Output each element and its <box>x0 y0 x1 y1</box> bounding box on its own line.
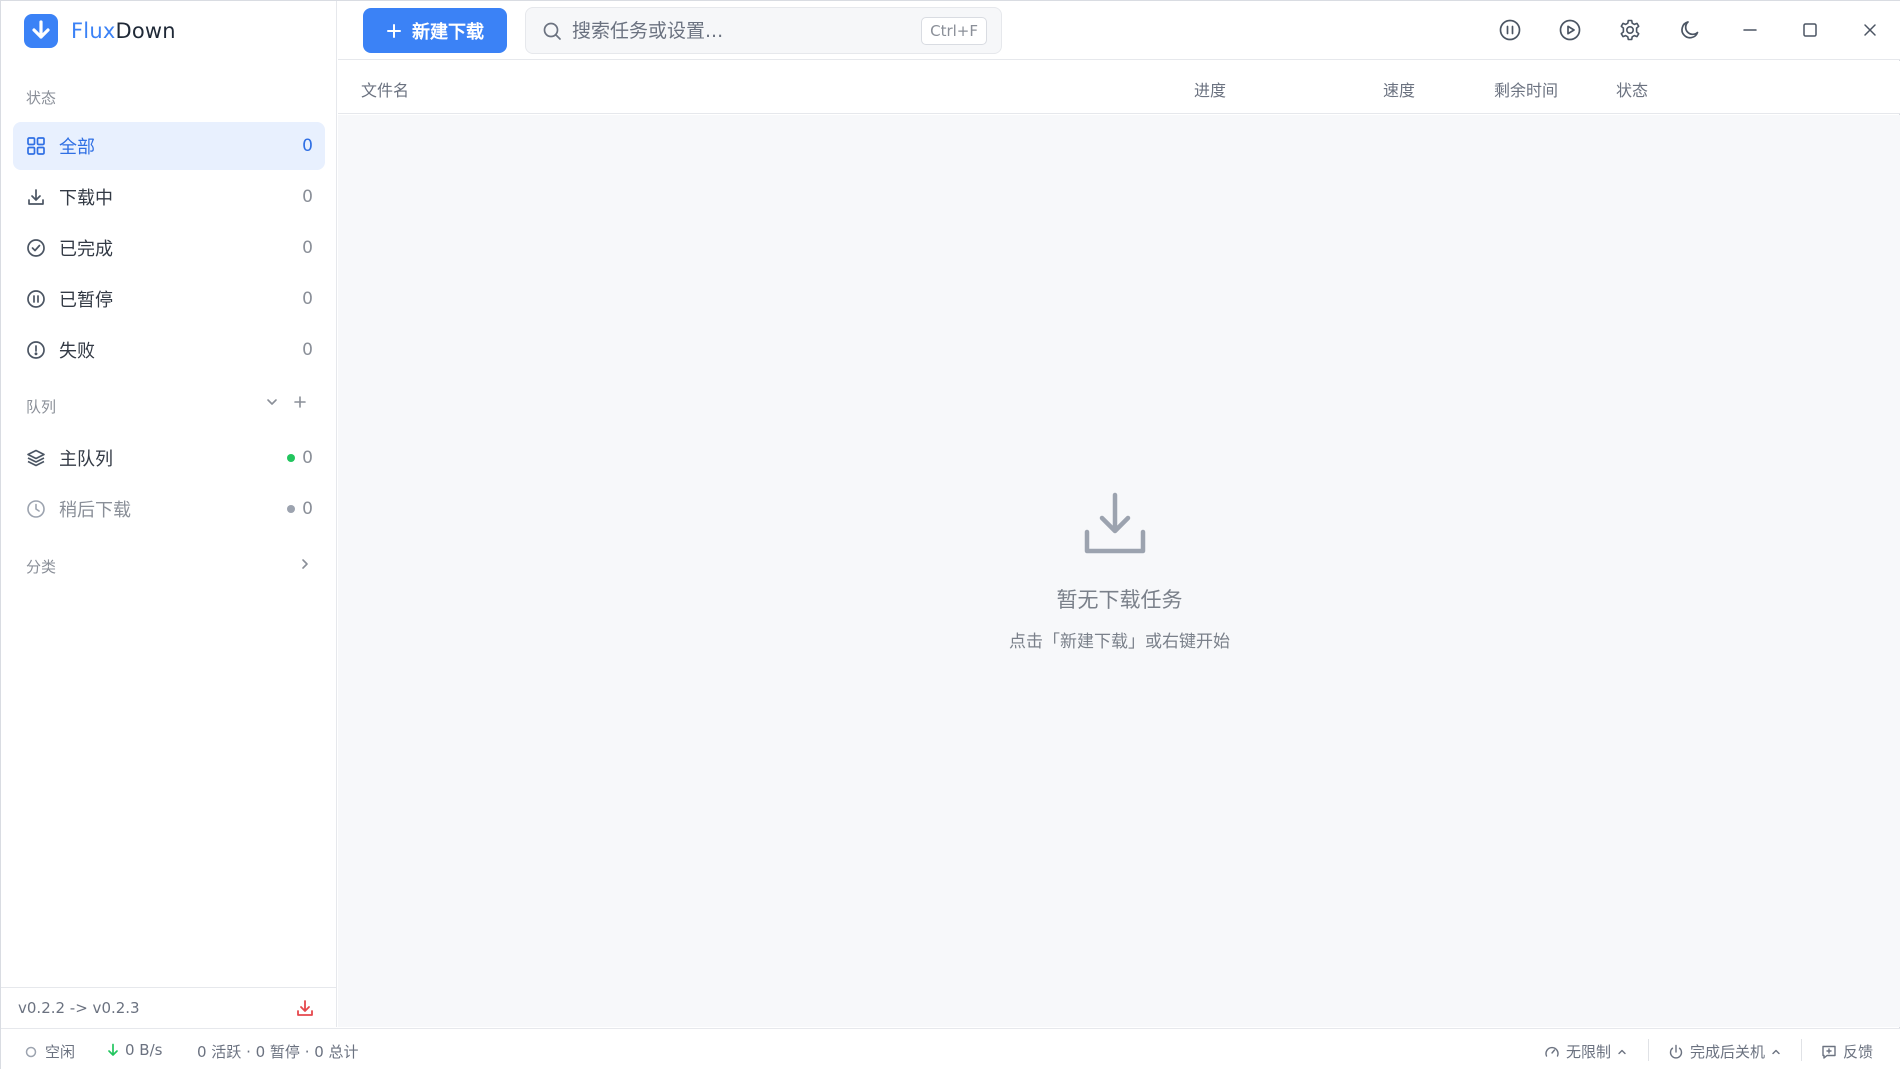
sidebar-item-count: 0 <box>302 448 313 468</box>
check-circle-icon <box>25 237 47 259</box>
engine-state: 空闲 <box>25 1041 75 1062</box>
chevron-up-icon <box>1771 1047 1781 1057</box>
maximize-window-button[interactable] <box>1795 15 1825 45</box>
sidebar-item-label: 下载中 <box>59 188 113 209</box>
app-logo: FluxDown <box>24 14 176 48</box>
app-name: FluxDown <box>71 19 176 43</box>
update-download-icon[interactable] <box>295 998 315 1018</box>
moon-icon <box>1681 21 1699 39</box>
status-divider <box>1648 1039 1649 1061</box>
sidebar-item-later-queue[interactable]: 稍后下载 0 <box>13 485 325 533</box>
download-speed-text: 0 B/s <box>125 1041 163 1059</box>
column-header-remaining[interactable]: 剩余时间 <box>1494 77 1558 101</box>
sidebar-item-label: 失败 <box>59 341 95 362</box>
column-header-status[interactable]: 状态 <box>1616 77 1648 101</box>
top-toolbar: 新建下载 Ctrl+F <box>338 1 1900 60</box>
app-window: FluxDown 状态 全部 0 下载中 0 已完成 0 已暂停 0 失败 0 … <box>0 0 1900 1069</box>
task-list-area[interactable] <box>338 115 1900 1027</box>
play-circle-icon <box>1559 19 1581 41</box>
sidebar-item-label: 主队列 <box>59 449 113 470</box>
pause-all-button[interactable] <box>1495 15 1525 45</box>
feedback-message-icon <box>1821 1044 1837 1060</box>
sidebar-item-count: 0 <box>302 238 313 258</box>
chevron-right-icon[interactable] <box>298 557 312 571</box>
sidebar: FluxDown 状态 全部 0 下载中 0 已完成 0 已暂停 0 失败 0 … <box>1 1 337 1027</box>
gauge-icon <box>1544 1044 1560 1060</box>
sidebar-item-label: 已暂停 <box>59 290 113 311</box>
idle-circle-icon <box>25 1046 37 1058</box>
queue-idle-dot <box>287 505 295 513</box>
minimize-icon <box>1743 29 1757 31</box>
queue-active-dot <box>287 454 295 462</box>
clock-icon <box>25 498 47 520</box>
sidebar-item-count: 0 <box>302 340 313 360</box>
layers-icon <box>25 447 47 469</box>
maximize-icon <box>1803 23 1817 37</box>
version-text: v0.2.2 -> v0.2.3 <box>18 998 140 1017</box>
category-section-title: 分类 <box>26 558 57 576</box>
plus-icon <box>386 23 402 39</box>
empty-download-icon <box>1084 492 1146 556</box>
status-divider <box>1801 1039 1802 1061</box>
chevron-up-icon <box>1617 1047 1627 1057</box>
task-summary: 0 活跃 · 0 暂停 · 0 总计 <box>197 1043 359 1061</box>
power-icon <box>1668 1044 1684 1060</box>
sidebar-item-label: 全部 <box>59 137 95 158</box>
empty-state-subtitle: 点击「新建下载」或右键开始 <box>1009 632 1230 652</box>
search-shortcut-badge: Ctrl+F <box>921 17 987 45</box>
resume-all-button[interactable] <box>1555 15 1585 45</box>
engine-state-text: 空闲 <box>45 1043 76 1061</box>
minimize-window-button[interactable] <box>1735 15 1765 45</box>
theme-toggle-button[interactable] <box>1675 15 1705 45</box>
empty-state-title: 暂无下载任务 <box>1056 588 1183 612</box>
sidebar-item-main-queue[interactable]: 主队列 0 <box>13 434 325 482</box>
search-icon <box>542 21 562 41</box>
speed-limit-control[interactable]: 无限制 <box>1544 1041 1627 1062</box>
sidebar-item-completed[interactable]: 已完成 0 <box>13 224 325 272</box>
sidebar-item-downloading[interactable]: 下载中 0 <box>13 173 325 221</box>
arrow-down-icon <box>107 1043 119 1057</box>
column-header-speed[interactable]: 速度 <box>1383 77 1415 101</box>
task-table-header: 文件名 进度 速度 剩余时间 状态 <box>338 61 1900 114</box>
download-icon <box>25 186 47 208</box>
sidebar-item-label: 已完成 <box>59 239 113 260</box>
gear-icon <box>1620 19 1640 41</box>
pause-circle-icon <box>1499 19 1521 41</box>
pause-circle-icon <box>25 288 47 310</box>
queue-actions <box>265 395 307 409</box>
sidebar-item-count: 0 <box>302 136 313 156</box>
new-download-label: 新建下载 <box>412 21 484 43</box>
feedback-text: 反馈 <box>1843 1043 1874 1061</box>
add-queue-icon[interactable] <box>293 395 307 409</box>
close-window-button[interactable] <box>1855 15 1885 45</box>
sidebar-item-count: 0 <box>302 499 313 519</box>
grid-icon <box>25 135 47 157</box>
sidebar-item-paused[interactable]: 已暂停 0 <box>13 275 325 323</box>
sidebar-item-count: 0 <box>302 289 313 309</box>
sidebar-item-all[interactable]: 全部 0 <box>13 122 325 170</box>
chevron-down-icon[interactable] <box>265 395 279 409</box>
after-complete-control[interactable]: 完成后关机 <box>1668 1041 1781 1062</box>
new-download-button[interactable]: 新建下载 <box>363 8 507 53</box>
search-box[interactable]: Ctrl+F <box>525 7 1002 54</box>
status-bar: 空闲 0 B/s 0 活跃 · 0 暂停 · 0 总计 无限制 完成后关机 反馈 <box>1 1028 1900 1069</box>
speed-limit-text: 无限制 <box>1566 1043 1612 1061</box>
sidebar-item-count: 0 <box>302 187 313 207</box>
logo-download-icon <box>24 14 58 48</box>
alert-circle-icon <box>25 339 47 361</box>
feedback-button[interactable]: 反馈 <box>1821 1041 1873 1062</box>
after-complete-text: 完成后关机 <box>1690 1043 1766 1061</box>
settings-button[interactable] <box>1615 15 1645 45</box>
column-header-filename[interactable]: 文件名 <box>361 77 409 101</box>
queue-section-title: 队列 <box>26 398 57 416</box>
version-bar: v0.2.2 -> v0.2.3 <box>1 987 337 1027</box>
status-section-title: 状态 <box>26 89 57 107</box>
search-input[interactable] <box>572 19 912 42</box>
column-header-progress[interactable]: 进度 <box>1194 77 1226 101</box>
sidebar-item-label: 稍后下载 <box>59 500 131 521</box>
close-icon <box>1864 24 1876 36</box>
download-speed: 0 B/s <box>107 1041 162 1059</box>
sidebar-item-failed[interactable]: 失败 0 <box>13 326 325 374</box>
